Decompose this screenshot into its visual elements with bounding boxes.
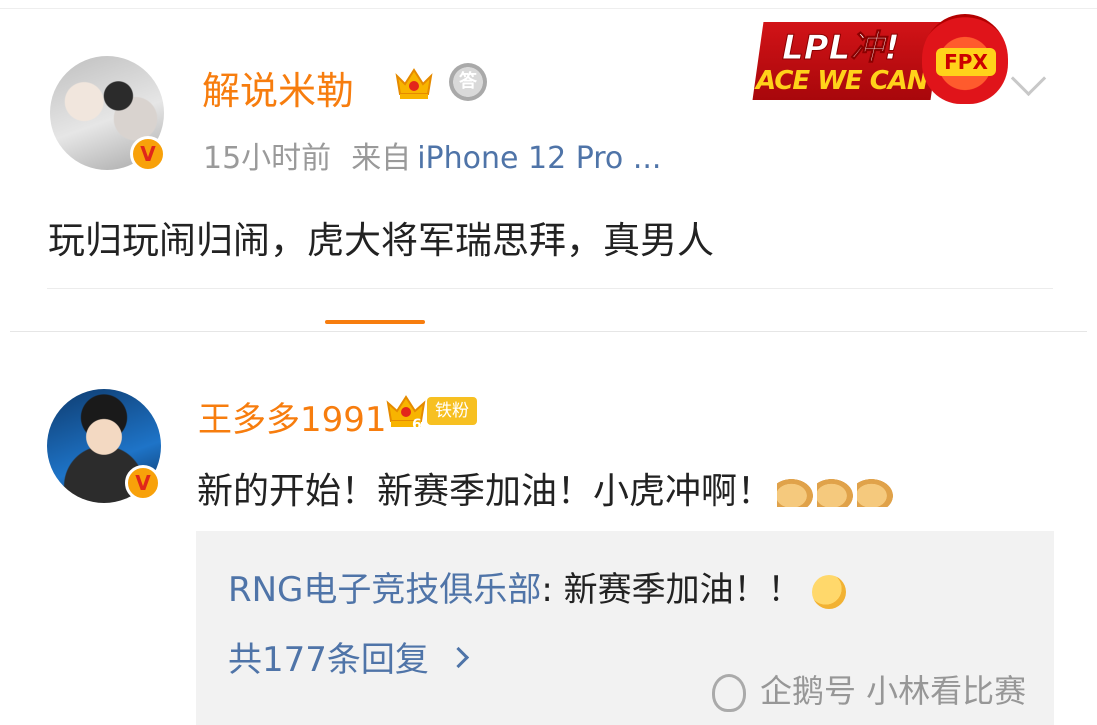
fan-tag-label: 铁粉	[427, 397, 477, 425]
smiling-face-icon	[811, 574, 846, 609]
view-replies-link[interactable]: 共177条回复	[228, 632, 470, 681]
fpx-team-label: FPX	[936, 48, 996, 76]
nested-reply-text: : 新赛季加油！！	[541, 570, 802, 610]
post-meta: 15小时前 来自 iPhone 12 Pro ...	[203, 133, 661, 177]
flexed-biceps-icon	[857, 479, 894, 507]
medal-badge-icon[interactable]: 答	[449, 63, 487, 101]
nested-reply: RNG电子竞技俱乐部: 新赛季加油！！	[228, 562, 846, 611]
watermark: 企鹅号 小林看比赛	[712, 666, 1026, 712]
fan-level-badge[interactable]: 6 铁粉	[385, 391, 480, 431]
active-tab-indicator	[325, 320, 425, 324]
reply-body-text: 新的开始！新赛季加油！小虎冲啊！	[197, 471, 774, 512]
post-source-link[interactable]: iPhone 12 Pro ...	[417, 141, 661, 176]
reply-author-name[interactable]: 王多多1991	[198, 392, 387, 441]
crown-icon[interactable]	[394, 64, 434, 102]
from-label: 来自	[351, 141, 412, 176]
crown-level-number: 6	[412, 417, 422, 431]
flexed-biceps-icon	[777, 479, 814, 507]
banner-top-text: LPL冲!	[782, 28, 901, 69]
post-author-name[interactable]: 解说米勒	[202, 60, 354, 115]
post-time: 15小时前	[203, 141, 332, 176]
reply-body: 新的开始！新赛季加油！小虎冲啊！	[197, 462, 894, 514]
chevron-right-icon	[447, 646, 470, 669]
banner-bottom-text: ACE WE CAN	[756, 66, 929, 96]
top-divider	[0, 8, 1097, 9]
nested-reply-user[interactable]: RNG电子竞技俱乐部	[228, 570, 541, 610]
chevron-down-icon[interactable]	[1010, 60, 1047, 97]
penguin-logo-icon	[712, 674, 746, 712]
verified-badge-icon: V	[130, 136, 166, 172]
reply-count-label: 共177条回复	[228, 640, 429, 680]
verified-badge-icon: V	[125, 465, 161, 501]
crown-icon: 6	[386, 395, 426, 431]
watermark-text: 企鹅号 小林看比赛	[760, 672, 1027, 710]
lpl-ace-banner[interactable]: LPL冲! ACE WE CAN FPX	[752, 14, 1008, 106]
post-divider	[47, 288, 1053, 289]
flexed-biceps-icon	[817, 479, 854, 507]
post-body-text: 玩归玩闹归闹，虎大将军瑞思拜，真男人	[48, 219, 714, 262]
section-divider	[10, 331, 1087, 332]
